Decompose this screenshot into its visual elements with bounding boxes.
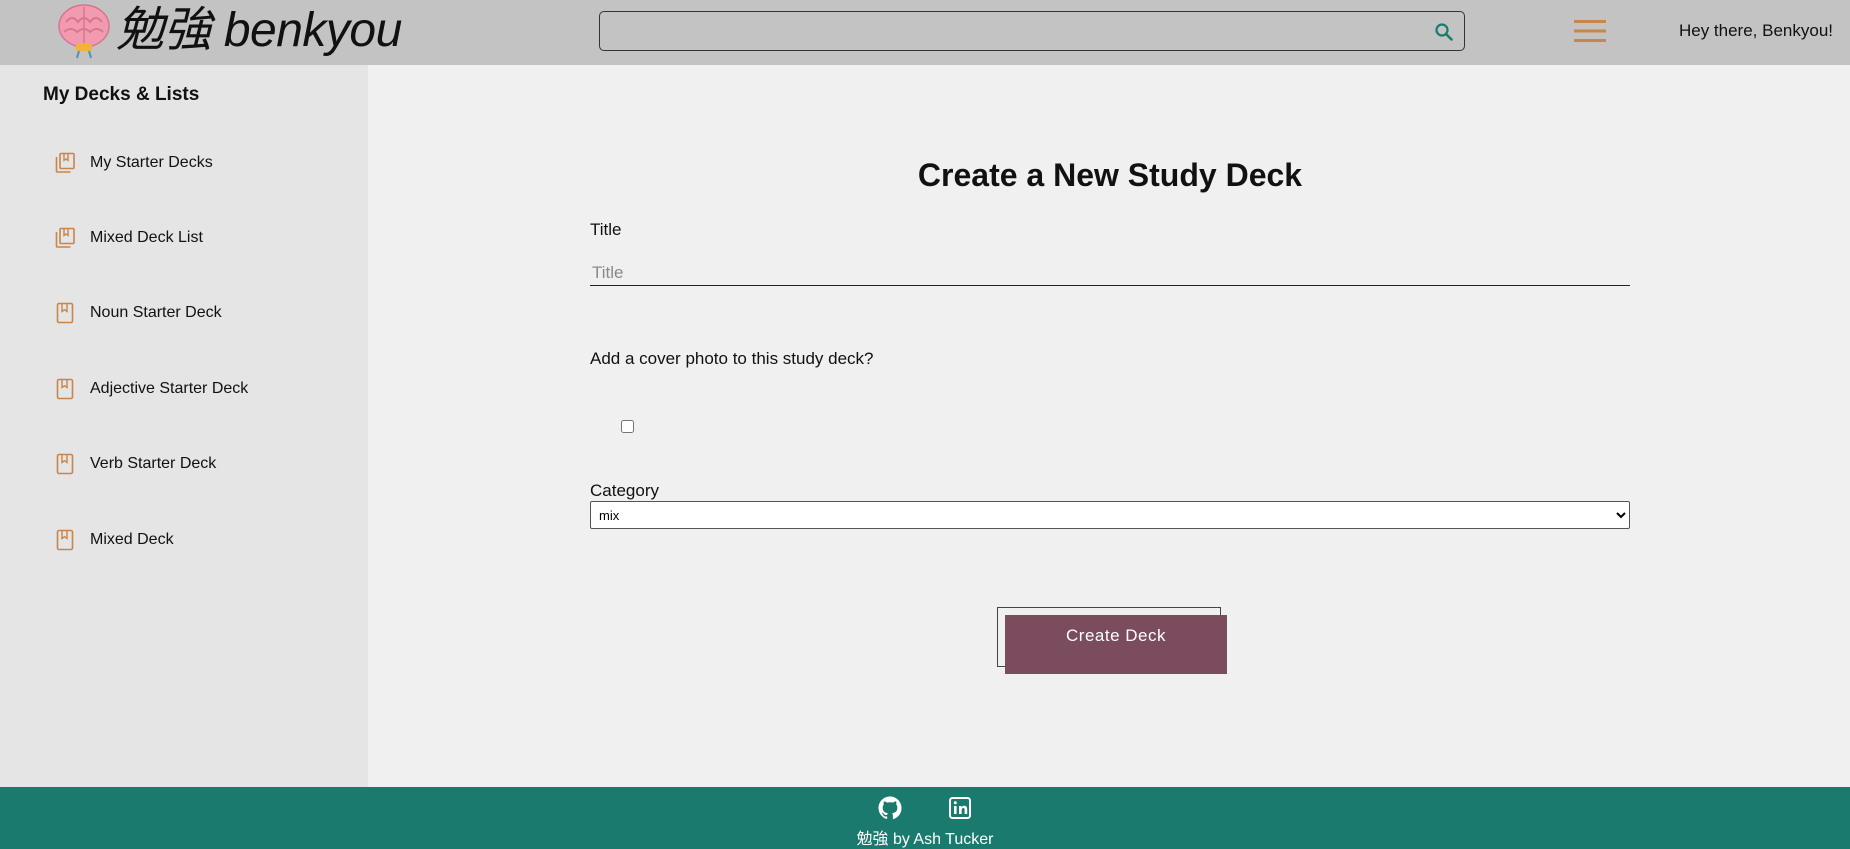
- sidebar-item-my-starter-decks[interactable]: My Starter Decks: [54, 150, 213, 176]
- user-greeting: Hey there, Benkyou!: [1678, 21, 1833, 40]
- title-input[interactable]: [590, 260, 1630, 286]
- create-deck-button-wrapper: Create Deck: [997, 607, 1227, 674]
- linkedin-icon[interactable]: [948, 796, 972, 820]
- category-select[interactable]: mix: [590, 501, 1630, 529]
- create-deck-button[interactable]: Create Deck: [1005, 615, 1227, 674]
- category-label: Category: [590, 481, 659, 500]
- app-logo[interactable]: 勉強 benkyou: [56, 0, 402, 62]
- sidebar-item-noun-starter-deck[interactable]: Noun Starter Deck: [54, 300, 222, 326]
- sidebar-item-verb-starter-deck[interactable]: Verb Starter Deck: [54, 451, 216, 477]
- cover-photo-label: Add a cover photo to this study deck?: [590, 349, 874, 368]
- sidebar-item-label: My Starter Decks: [90, 154, 213, 171]
- search-icon[interactable]: [1434, 22, 1454, 42]
- deck-icon: [56, 529, 74, 551]
- brain-logo-icon: [58, 4, 110, 59]
- footer-credit: 勉強 by Ash Tucker: [856, 831, 994, 848]
- deck-list-icon: [55, 152, 75, 173]
- cover-photo-checkbox[interactable]: [621, 420, 634, 433]
- sidebar-item-mixed-deck[interactable]: Mixed Deck: [54, 527, 174, 553]
- sidebar-item-mixed-deck-list[interactable]: Mixed Deck List: [54, 225, 203, 251]
- sidebar-item-label: Mixed Deck: [90, 531, 174, 548]
- deck-list-icon: [55, 227, 75, 248]
- sidebar-item-label: Mixed Deck List: [90, 229, 203, 246]
- search-input[interactable]: [600, 12, 1464, 50]
- footer-social-links: [878, 796, 972, 820]
- deck-icon: [56, 378, 74, 400]
- footer: 勉強 by Ash Tucker: [0, 787, 1850, 849]
- sidebar-item-label: Adjective Starter Deck: [90, 380, 249, 397]
- deck-icon: [56, 453, 74, 475]
- sidebar-item-adjective-starter-deck[interactable]: Adjective Starter Deck: [54, 376, 248, 402]
- deck-icon: [56, 302, 74, 324]
- top-navbar: 勉強 benkyou Hey there, Benkyou!: [0, 0, 1850, 65]
- page-title: Create a New Study Deck: [917, 157, 1303, 193]
- sidebar-title: My Decks & Lists: [43, 84, 200, 105]
- hamburger-menu-icon[interactable]: [1574, 19, 1606, 43]
- logo-text: 勉強 benkyou: [116, 4, 402, 57]
- sidebar-item-label: Verb Starter Deck: [90, 455, 217, 472]
- github-icon[interactable]: [878, 796, 902, 820]
- sidebar: My Decks & Lists My Starter Decks Mixed …: [0, 65, 368, 787]
- search-bar[interactable]: [599, 11, 1465, 51]
- sidebar-item-label: Noun Starter Deck: [90, 304, 222, 321]
- title-label: Title: [590, 220, 622, 239]
